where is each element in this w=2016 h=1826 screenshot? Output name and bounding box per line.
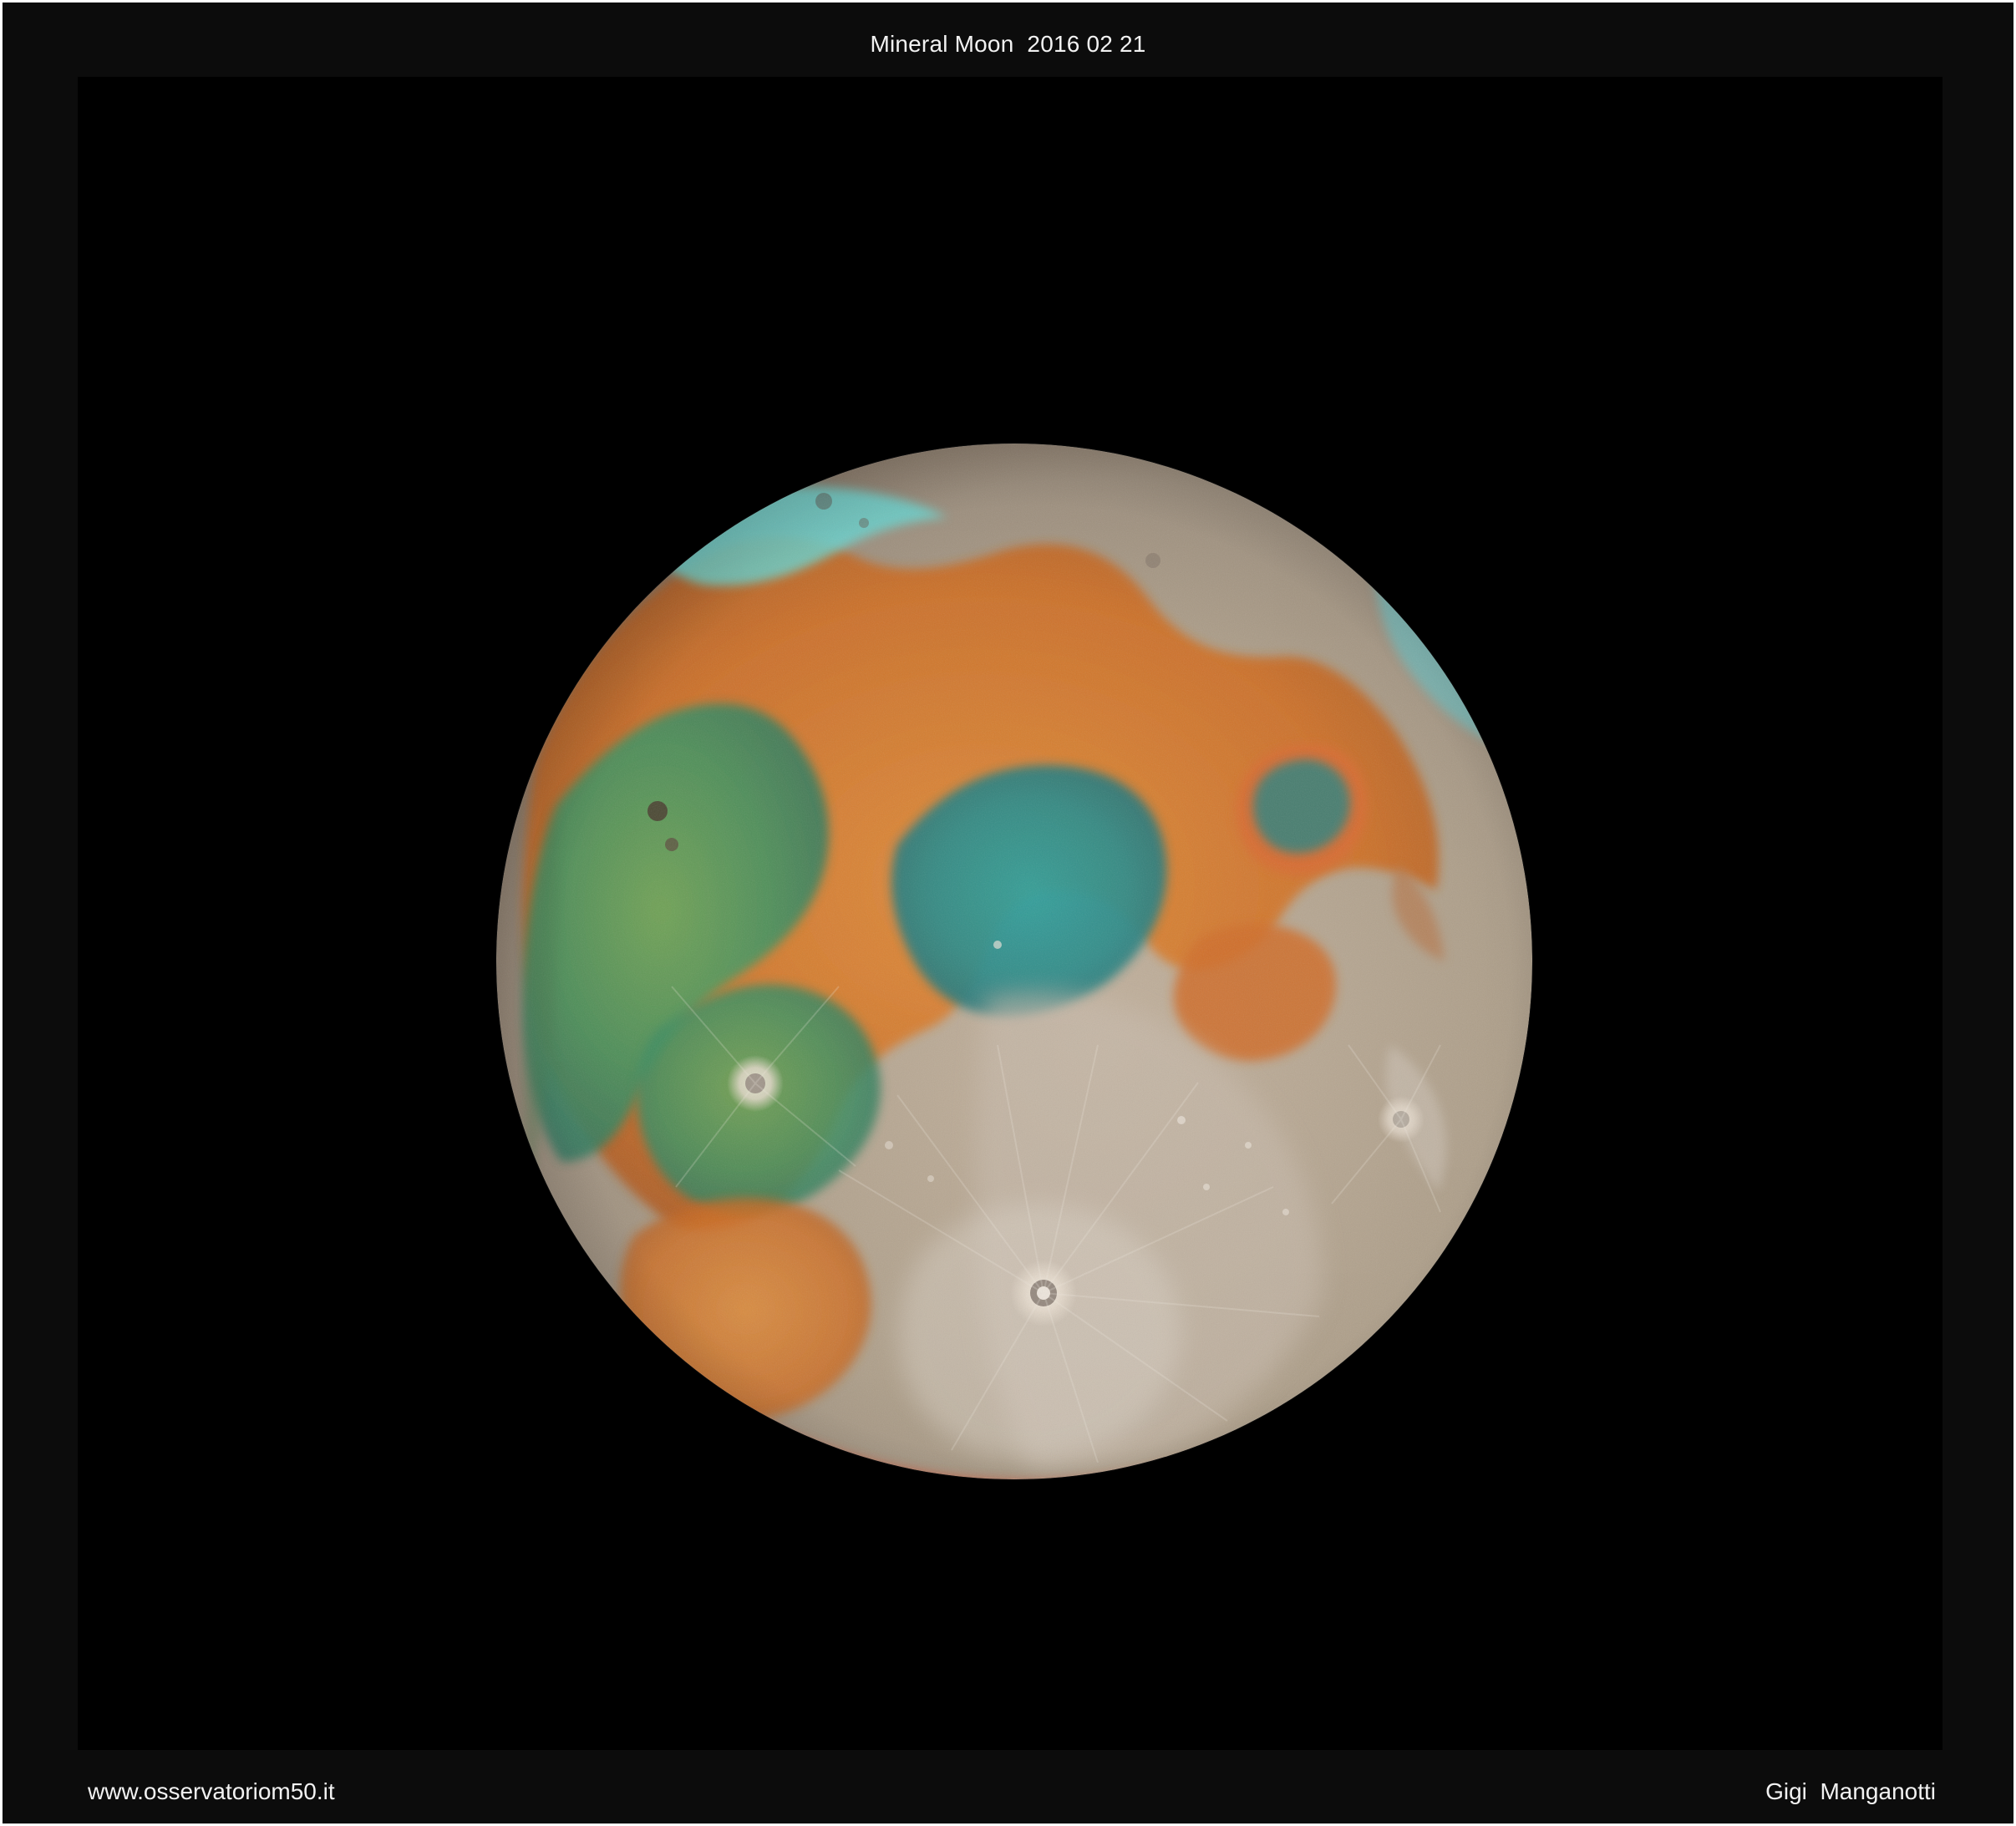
photo-title: Mineral Moon 2016 02 21: [870, 31, 1146, 57]
black-photo-panel: [78, 77, 1942, 1750]
moon-photo-icon: [463, 410, 1566, 1513]
mineral-moon-illustration: [495, 443, 1533, 1480]
website-text: www.osservatoriom50.it: [88, 1778, 335, 1804]
photo-frame: Mineral Moon 2016 02 21 www.osservatorio…: [3, 3, 2013, 1823]
author-name: Gigi Manganotti: [1765, 1778, 1936, 1804]
